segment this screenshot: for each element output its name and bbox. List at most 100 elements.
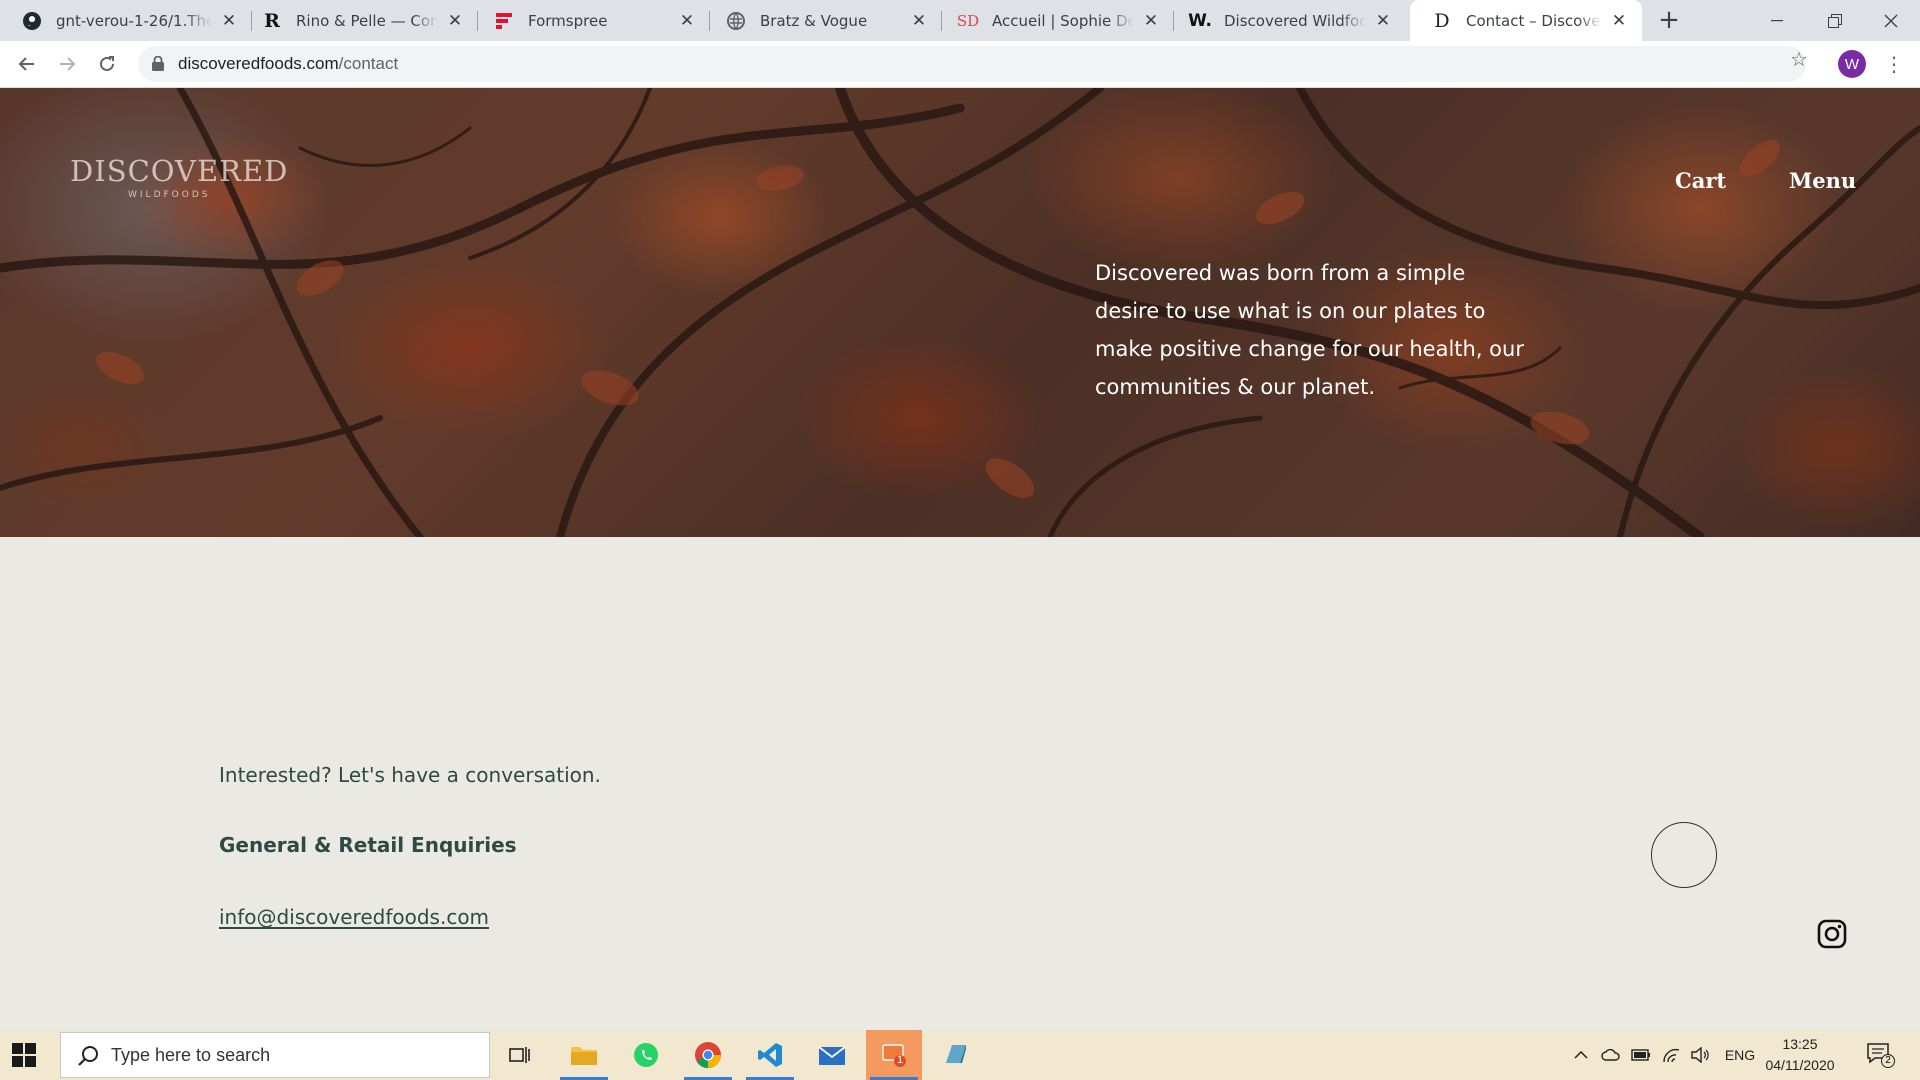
tab-sophie[interactable]: SD Accueil | Sophie Doukh ✕ bbox=[936, 0, 1174, 41]
folder-icon bbox=[571, 1047, 597, 1065]
restore-button[interactable] bbox=[1806, 0, 1864, 41]
minimize-icon bbox=[1771, 19, 1783, 21]
show-hidden-icons[interactable] bbox=[1568, 1030, 1594, 1080]
logo-subtitle: WILDFOODS bbox=[128, 190, 211, 200]
volume-tray[interactable] bbox=[1688, 1030, 1714, 1080]
formspree-icon bbox=[494, 11, 514, 31]
tab-title: Accueil | Sophie Doukh bbox=[992, 11, 1134, 30]
browser-tab-strip: gnt-verou-1-26/1.The-f ✕ R Rino & Pelle … bbox=[0, 0, 1920, 41]
close-icon[interactable]: ✕ bbox=[1142, 11, 1160, 31]
pinned-app-icon bbox=[946, 1045, 966, 1063]
reload-button[interactable] bbox=[92, 49, 122, 79]
close-icon[interactable]: ✕ bbox=[446, 11, 464, 31]
close-icon[interactable]: ✕ bbox=[1374, 11, 1392, 31]
globe-icon bbox=[726, 11, 746, 31]
tab-title: gnt-verou-1-26/1.The-f bbox=[56, 11, 212, 30]
cloud-icon bbox=[1601, 1049, 1620, 1061]
chevron-up-icon bbox=[1574, 1051, 1588, 1059]
notification-count: 2 bbox=[1881, 1054, 1895, 1068]
mail-icon bbox=[818, 1046, 846, 1065]
w-icon: W. bbox=[1188, 10, 1212, 31]
back-arrow-icon bbox=[18, 57, 34, 71]
browser-toolbar: discoveredfoods.com/contact ☆ W ⋮ bbox=[0, 41, 1920, 88]
pinned-app-button[interactable] bbox=[928, 1030, 984, 1080]
bookmark-star-icon[interactable]: ☆ bbox=[1790, 49, 1810, 69]
whatsapp-icon bbox=[634, 1043, 658, 1067]
menu-link[interactable]: Menu bbox=[1789, 168, 1856, 193]
close-window-button[interactable] bbox=[1862, 0, 1920, 41]
address-bar[interactable]: discoveredfoods.com/contact bbox=[138, 46, 1806, 82]
vscode-button[interactable] bbox=[742, 1030, 798, 1080]
onedrive-tray[interactable] bbox=[1598, 1030, 1624, 1080]
clock-time: 13:25 bbox=[1782, 1036, 1818, 1052]
tab-bratz-vogue[interactable]: Bratz & Vogue ✕ bbox=[704, 0, 942, 41]
tab-title: Bratz & Vogue bbox=[760, 11, 868, 30]
windows-taskbar: Type here to search 1 ENG 13:25 04/11/20… bbox=[0, 1030, 1920, 1080]
action-center-button[interactable]: 2 bbox=[1866, 1042, 1895, 1068]
hero-banner: DISCOVERED WILDFOODS Cart Menu Discovere… bbox=[0, 88, 1920, 537]
tab-github[interactable]: gnt-verou-1-26/1.The-f ✕ bbox=[0, 0, 252, 41]
wifi-tray[interactable] bbox=[1658, 1030, 1684, 1080]
battery-icon bbox=[1631, 1049, 1650, 1061]
close-icon[interactable]: ✕ bbox=[1610, 11, 1628, 31]
restore-icon bbox=[1828, 13, 1842, 28]
site-logo[interactable]: DISCOVERED WILDFOODS bbox=[70, 154, 288, 200]
tab-title: Discovered Wildfoods bbox=[1224, 11, 1366, 30]
system-clock[interactable]: 13:25 04/11/2020 bbox=[1760, 1034, 1840, 1076]
tab-discovered-wildfoods[interactable]: W. Discovered Wildfoods ✕ bbox=[1168, 0, 1406, 41]
back-button[interactable] bbox=[12, 49, 42, 79]
windows-start-icon[interactable] bbox=[12, 1043, 36, 1067]
close-icon[interactable]: ✕ bbox=[678, 11, 696, 31]
logo-wordmark: DISCOVERED bbox=[70, 154, 289, 188]
search-icon bbox=[78, 1046, 98, 1066]
cursor-ring bbox=[1651, 822, 1717, 888]
file-explorer-button[interactable] bbox=[556, 1030, 612, 1080]
browser-menu-icon[interactable]: ⋮ bbox=[1884, 49, 1904, 79]
contact-intro: Interested? Let's have a conversation. bbox=[219, 763, 601, 787]
search-placeholder: Type here to search bbox=[111, 1045, 271, 1065]
wifi-icon bbox=[1663, 1048, 1680, 1063]
hero-tagline: Discovered was born from a simple desire… bbox=[1095, 261, 1524, 399]
vscode-icon bbox=[758, 1043, 782, 1067]
feedback-app-icon bbox=[882, 1044, 906, 1067]
forward-button[interactable] bbox=[52, 49, 82, 79]
language-indicator[interactable]: ENG bbox=[1720, 1030, 1760, 1080]
close-icon bbox=[1884, 14, 1898, 27]
app-badge: 1 bbox=[897, 1054, 904, 1066]
new-tab-button[interactable]: + bbox=[1654, 5, 1684, 35]
tab-title: Formspree bbox=[528, 11, 608, 30]
instagram-icon[interactable] bbox=[1817, 919, 1847, 949]
battery-tray[interactable] bbox=[1628, 1030, 1654, 1080]
tab-contact-discovered[interactable]: D Contact – Discovered F ✕ bbox=[1410, 0, 1642, 41]
close-icon[interactable]: ✕ bbox=[220, 11, 238, 31]
minimize-button[interactable] bbox=[1748, 0, 1806, 41]
sd-icon: SD bbox=[956, 11, 980, 30]
chrome-icon bbox=[695, 1042, 721, 1069]
enquiries-heading: General & Retail Enquiries bbox=[219, 833, 517, 857]
github-icon bbox=[22, 11, 42, 31]
tab-rino-pelle[interactable]: R Rino & Pelle — Contact ✕ bbox=[240, 0, 478, 41]
email-link[interactable]: info@discoveredfoods.com bbox=[219, 905, 489, 929]
chrome-button[interactable] bbox=[680, 1030, 736, 1080]
close-icon[interactable]: ✕ bbox=[910, 11, 928, 31]
d-icon: D bbox=[1434, 9, 1450, 32]
lock-icon bbox=[152, 56, 164, 71]
taskbar-search-box[interactable]: Type here to search bbox=[60, 1032, 490, 1078]
contact-section: Interested? Let's have a conversation. G… bbox=[0, 537, 1920, 1030]
tab-formspree[interactable]: Formspree ✕ bbox=[472, 0, 710, 41]
tab-title: Rino & Pelle — Contact bbox=[296, 11, 438, 30]
profile-avatar[interactable]: W bbox=[1838, 50, 1866, 78]
feedback-app-button[interactable]: 1 bbox=[866, 1030, 922, 1080]
task-view-button[interactable] bbox=[492, 1030, 548, 1080]
mail-button[interactable] bbox=[804, 1030, 860, 1080]
tab-title: Contact – Discovered F bbox=[1466, 11, 1602, 30]
rino-pelle-icon: R bbox=[264, 9, 280, 32]
clock-date: 04/11/2020 bbox=[1765, 1057, 1835, 1073]
url-host: discoveredfoods.com bbox=[178, 54, 339, 73]
task-view-icon bbox=[509, 1047, 530, 1063]
url-text: discoveredfoods.com/contact bbox=[178, 54, 398, 74]
whatsapp-button[interactable] bbox=[618, 1030, 674, 1080]
url-path: /contact bbox=[338, 54, 399, 73]
speaker-icon bbox=[1691, 1047, 1709, 1063]
cart-link[interactable]: Cart bbox=[1675, 168, 1726, 193]
